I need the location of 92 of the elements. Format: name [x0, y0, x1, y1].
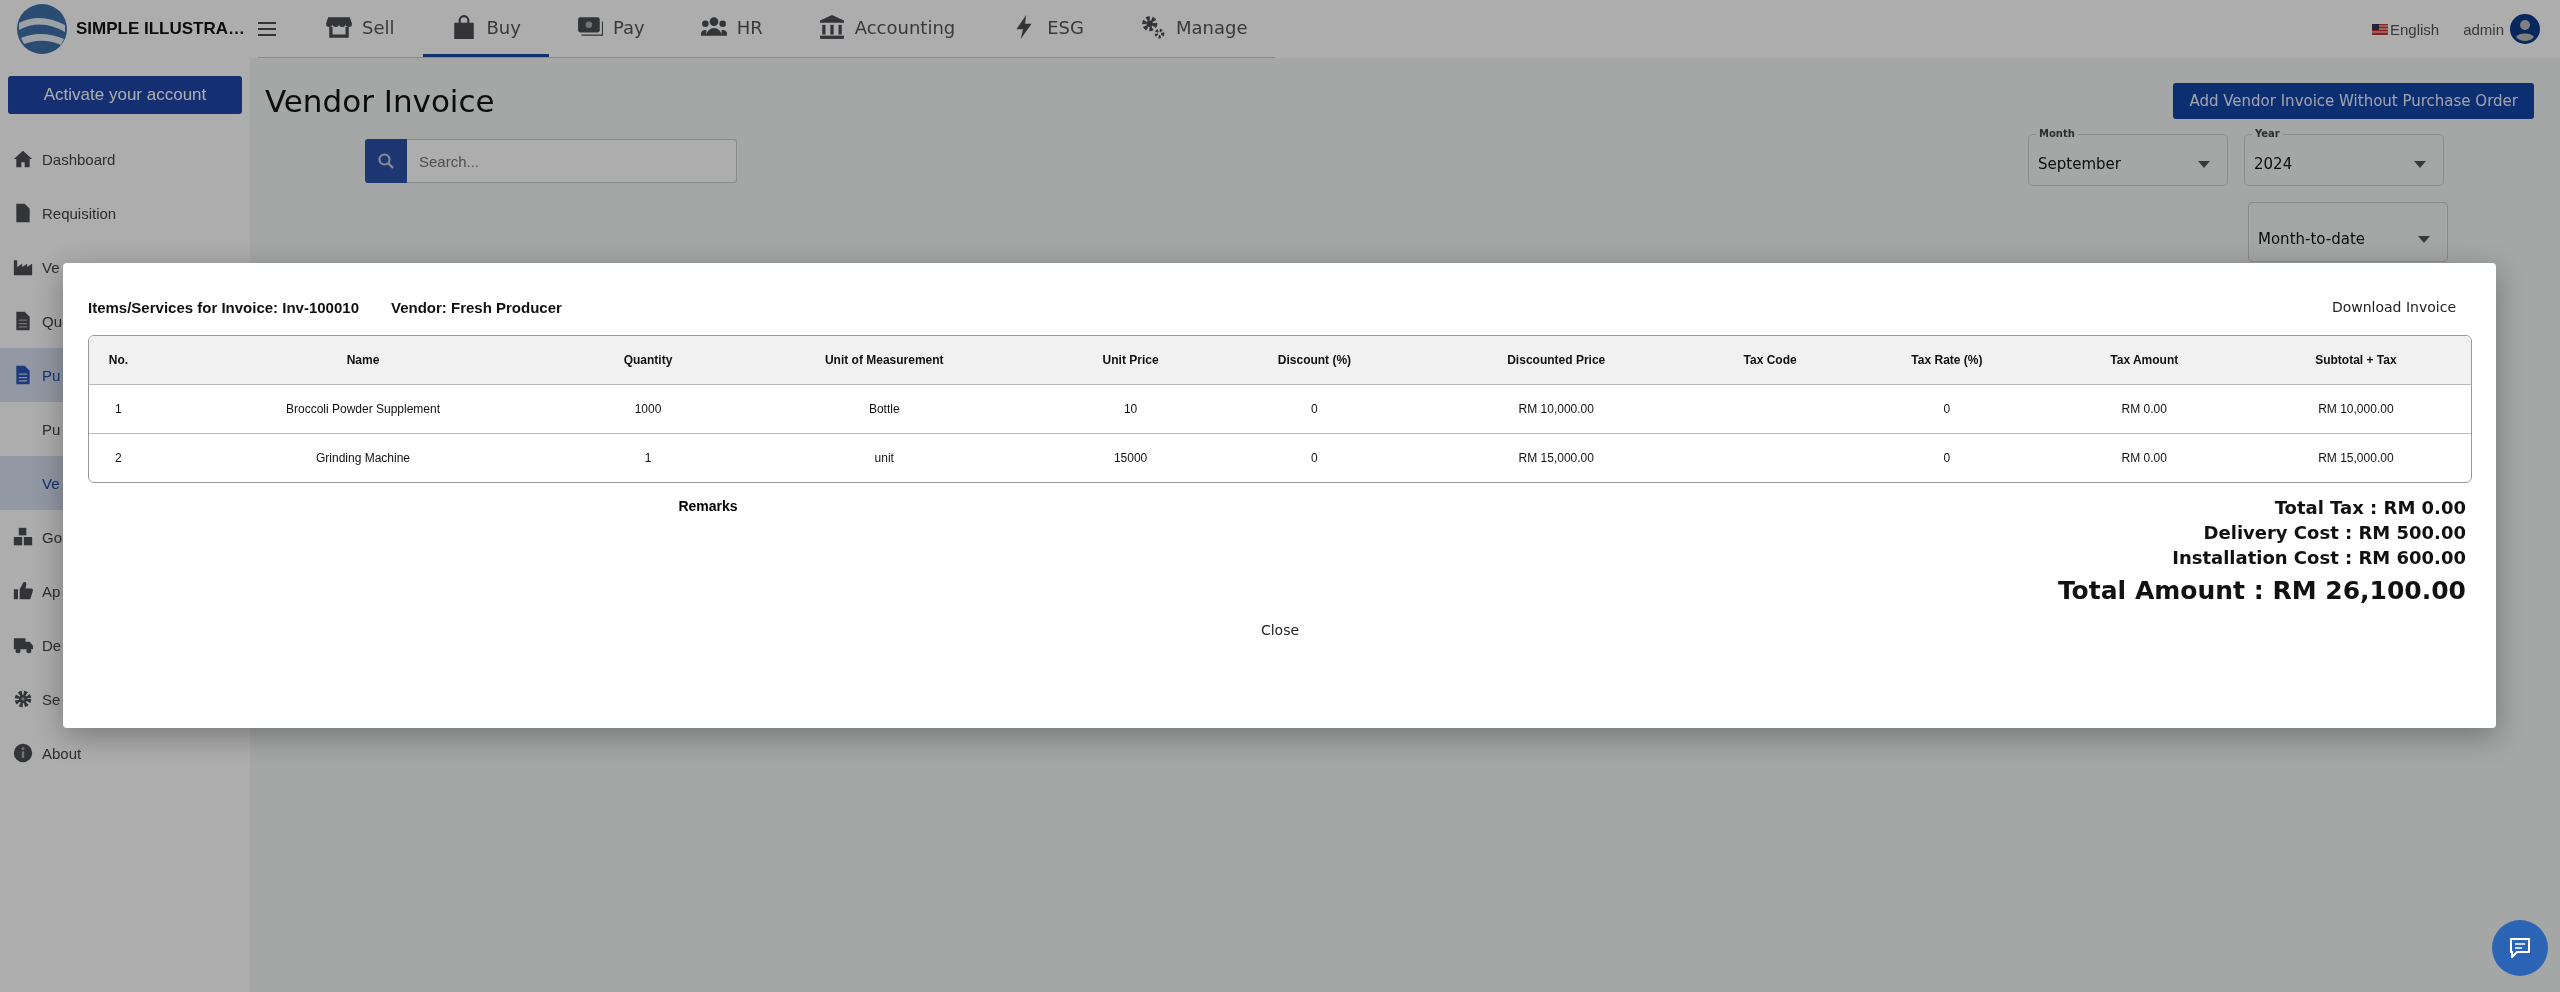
truck-icon [13, 635, 33, 655]
sidebar-item[interactable]: Requisition [42, 204, 117, 222]
column-header: Discounted Price [1418, 336, 1695, 385]
table-cell: 1 [89, 384, 148, 434]
nav-tab[interactable]: HR [672, 0, 791, 57]
table-cell: 15000 [1050, 433, 1211, 482]
sidebar-item[interactable]: Pu [42, 420, 61, 438]
language-selector[interactable]: English [2371, 20, 2440, 38]
sidebar-item[interactable]: Go [42, 528, 62, 546]
search-field[interactable]: Search... [407, 139, 737, 183]
table-cell: 1 [578, 433, 718, 482]
table-cell: Bottle [717, 384, 1051, 434]
bank-icon [818, 14, 845, 40]
close-button[interactable]: Close [1254, 621, 1306, 639]
document-lines-icon [13, 365, 33, 385]
table-cell: RM 0.00 [2047, 433, 2241, 482]
column-header: Unit Price [1050, 336, 1211, 385]
caret-icon [2414, 160, 2426, 168]
sidebar-item[interactable]: Qu [42, 312, 62, 330]
table-cell: RM 0.00 [2047, 384, 2241, 434]
invoice-title: Items/Services for Invoice: Inv-100010 [88, 298, 359, 316]
home-icon [13, 149, 33, 169]
total-line: Delivery Cost : RM 500.00 [2203, 522, 2466, 543]
document-lines-icon [13, 311, 33, 331]
table-cell: RM 15,000.00 [1418, 433, 1695, 482]
table-cell: 1000 [578, 384, 718, 434]
table-cell: Broccoli Powder Supplement [147, 384, 579, 434]
table-cell: 2 [89, 433, 148, 482]
sidebar-item[interactable]: De [42, 636, 62, 654]
globe-logo [16, 3, 68, 55]
avatar-icon [2510, 14, 2540, 44]
add-invoice-button[interactable]: Add Vendor Invoice Without Purchase Order [2173, 83, 2534, 119]
search-icon [378, 153, 394, 169]
column-header: Tax Code [1694, 336, 1847, 385]
column-header: Discount (%) [1210, 336, 1419, 385]
table-cell: RM 10,000.00 [2240, 384, 2471, 434]
sidebar-item[interactable]: Ap [42, 582, 61, 600]
info-icon [13, 743, 33, 763]
nav-tab[interactable]: Manage [1112, 0, 1276, 57]
activate-account-button[interactable]: Activate your account [8, 76, 242, 114]
field-value: September [2038, 155, 2121, 173]
total-line: Installation Cost : RM 600.00 [2172, 547, 2466, 568]
column-header: Tax Amount [2047, 336, 2241, 385]
sidebar-item[interactable]: Dashboard [42, 150, 116, 168]
column-header: Name [147, 336, 579, 385]
chat-button[interactable] [2492, 920, 2548, 976]
download-invoice-button[interactable]: Download Invoice [2325, 298, 2462, 316]
search-button[interactable] [365, 139, 407, 183]
page-title: Vendor Invoice [265, 83, 495, 119]
vendor-name: Vendor: Fresh Producer [391, 298, 562, 316]
nav-tab[interactable]: ESG [983, 0, 1112, 57]
table-cell: unit [717, 433, 1051, 482]
table-cell: 0 [1210, 433, 1419, 482]
table-cell: 10 [1050, 384, 1211, 434]
sidebar-item[interactable]: Pu [42, 366, 61, 384]
thumbs-up-icon [13, 581, 33, 601]
table-cell: 0 [1210, 384, 1419, 434]
flag-icon [2371, 23, 2388, 35]
dropdown-field[interactable]: Month-to-date [2248, 202, 2448, 262]
brand-name: SIMPLE ILLUSTRA… [76, 19, 246, 39]
sidebar-item[interactable]: Se [42, 690, 61, 708]
store-icon [326, 14, 352, 40]
boxes-icon [13, 527, 33, 547]
table-cell: RM 10,000.00 [1418, 384, 1695, 434]
chat-icon [2509, 938, 2531, 958]
total-amount: Total Amount : RM 26,100.00 [2057, 576, 2466, 605]
nav-tab[interactable]: Accounting [790, 0, 984, 57]
menu-icon [258, 20, 276, 37]
table-cell: 0 [1846, 384, 2048, 434]
caret-icon [2418, 235, 2430, 243]
table-cell: Grinding Machine [147, 433, 579, 482]
column-header: Quantity [578, 336, 718, 385]
nav-tab[interactable]: Pay [548, 0, 673, 57]
sidebar-item[interactable]: Ve [42, 258, 60, 276]
table-cell: 0 [1846, 433, 2048, 482]
document-icon [13, 203, 33, 223]
table-cell: RM 15,000.00 [2240, 433, 2471, 482]
sidebar-item[interactable]: Ve [42, 474, 60, 492]
nav-tab[interactable]: Sell [298, 0, 423, 57]
user-name: admin [2463, 20, 2504, 38]
factory-icon [13, 257, 33, 277]
column-header: Unit of Measurement [717, 336, 1051, 385]
column-header: No. [89, 336, 148, 385]
nav-tab[interactable]: Buy [422, 0, 549, 57]
field-value: Month-to-date [2258, 230, 2365, 248]
total-line: Total Tax : RM 0.00 [2274, 497, 2466, 518]
column-header: Subtotal + Tax [2240, 336, 2471, 385]
sidebar-item[interactable]: About [42, 744, 82, 762]
column-header: Tax Rate (%) [1846, 336, 2048, 385]
remarks-label: Remarks [678, 498, 738, 514]
caret-icon [2198, 160, 2210, 168]
field-value: 2024 [2254, 155, 2293, 173]
